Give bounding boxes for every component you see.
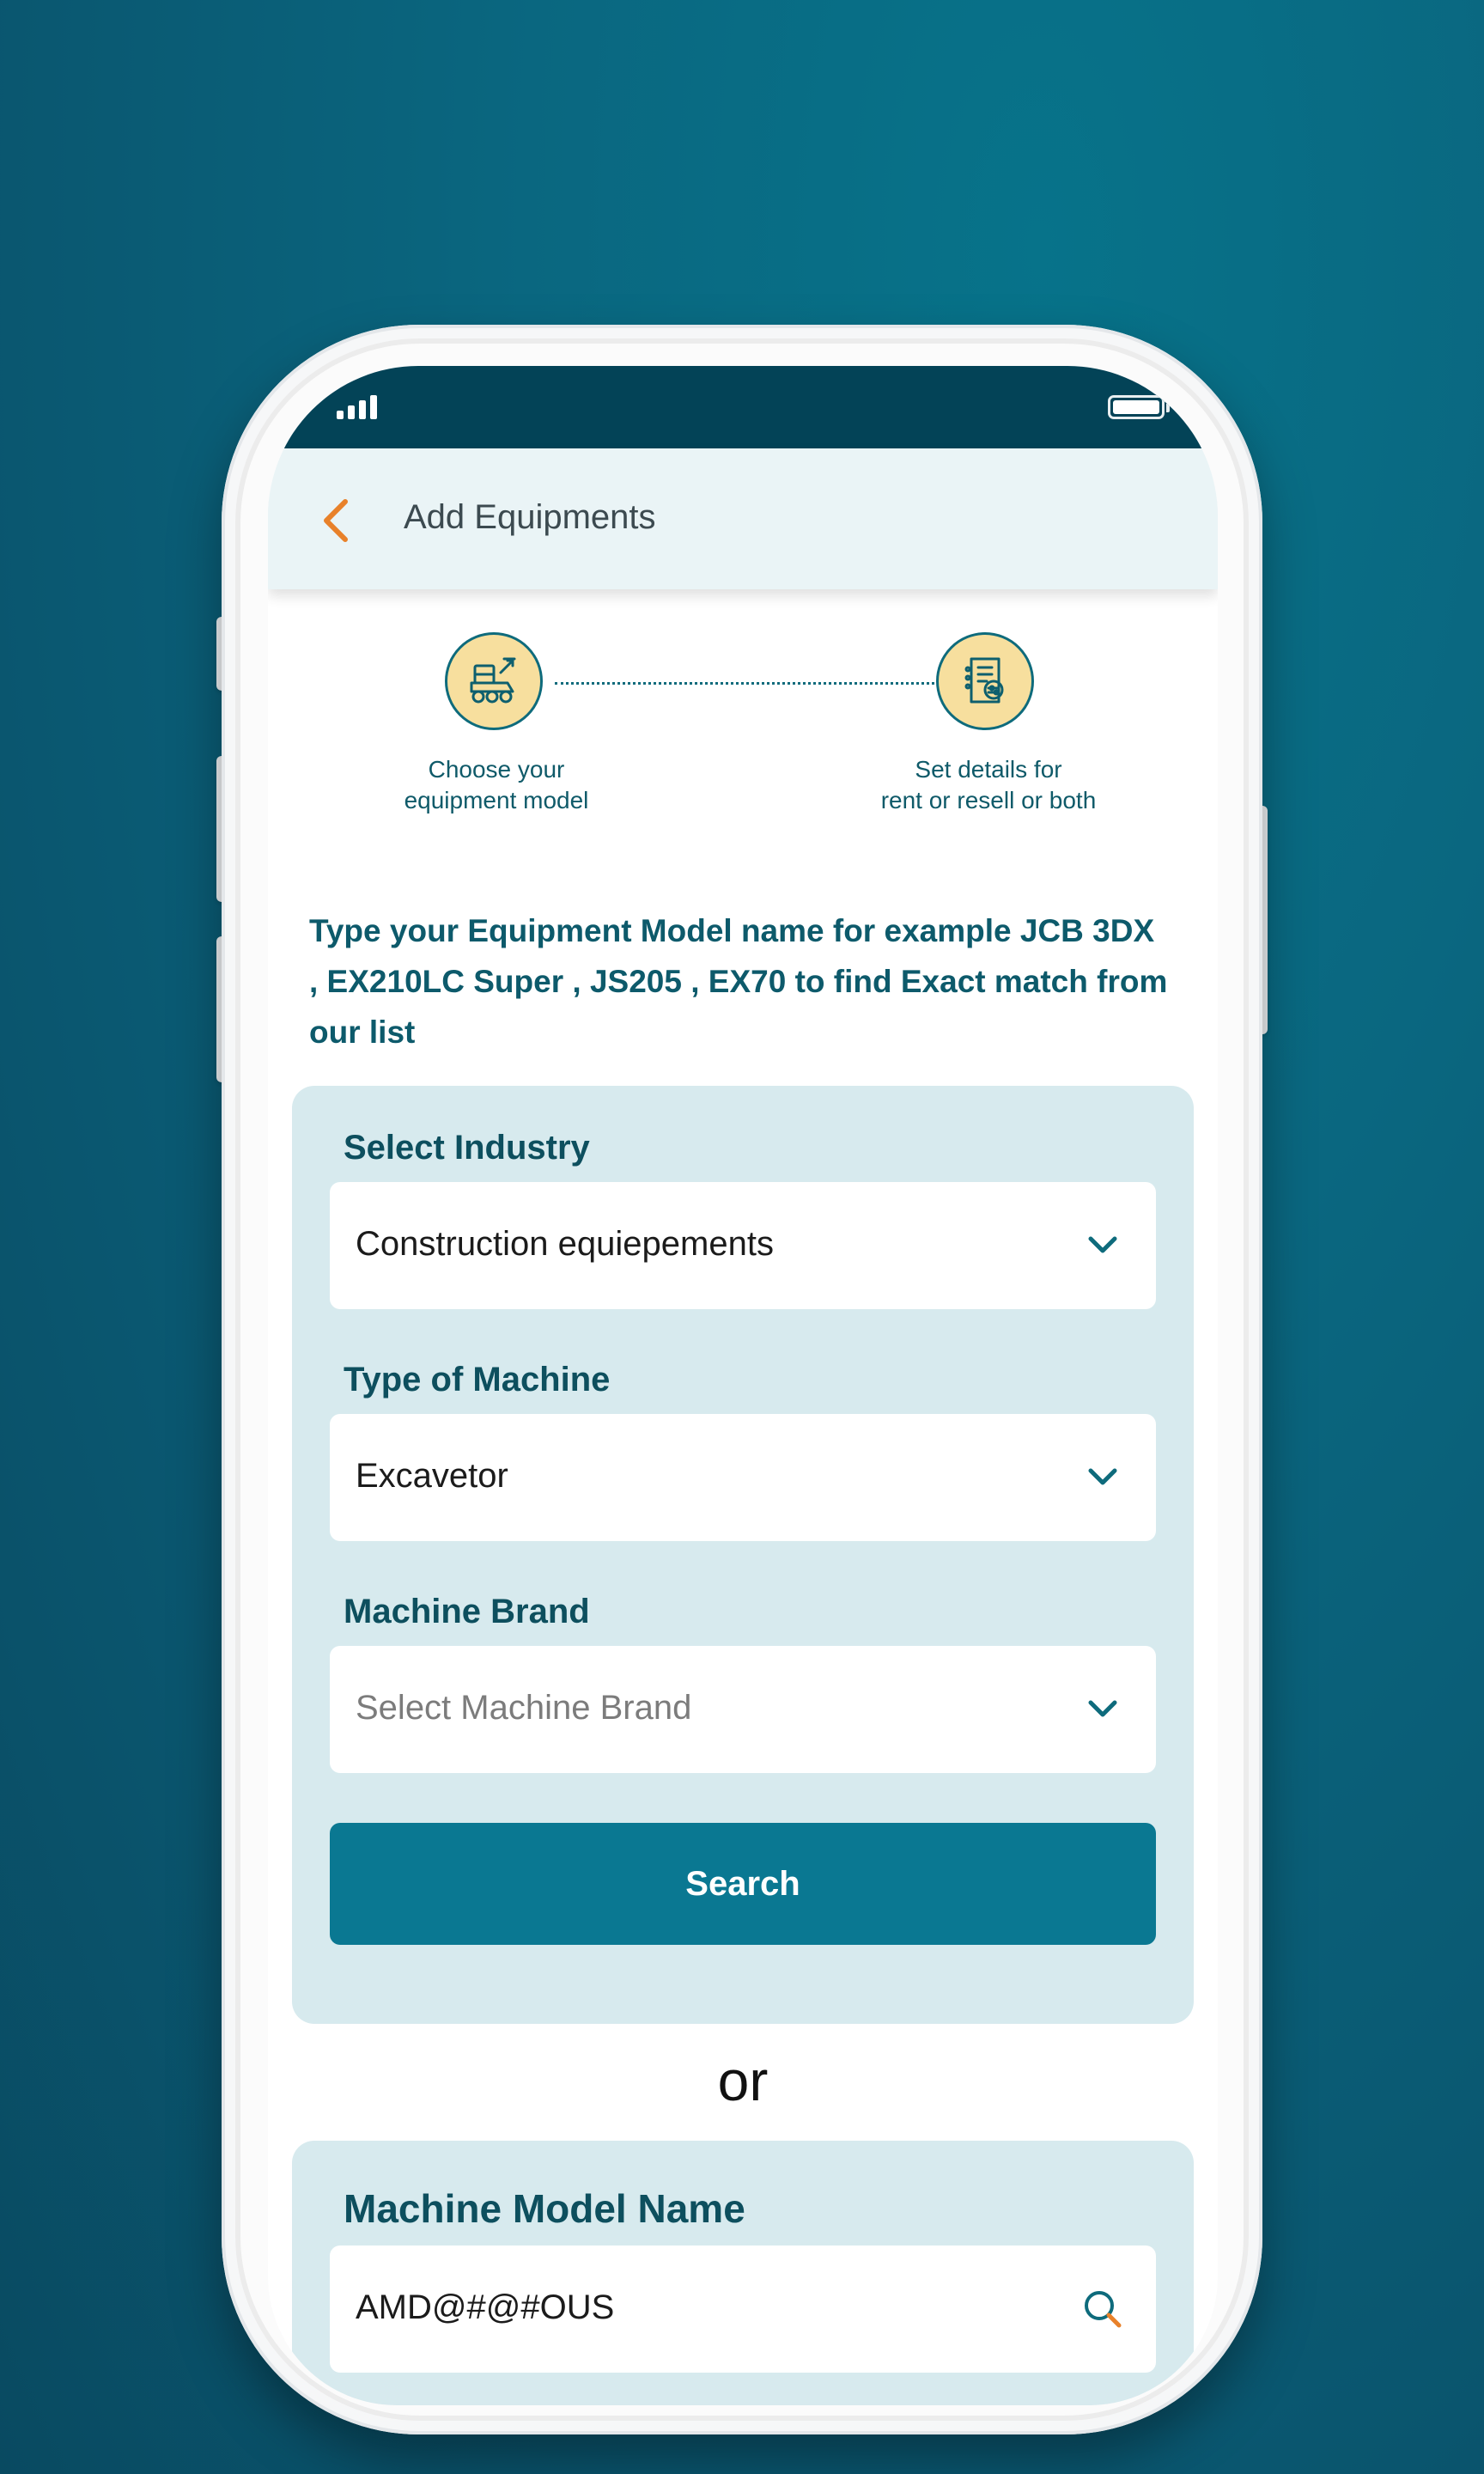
step-1-label: Choose your equipment model bbox=[404, 756, 589, 813]
brand-placeholder: Select Machine Brand bbox=[356, 1689, 692, 1727]
or-divider: or bbox=[717, 2049, 769, 2112]
brand-label: Machine Brand bbox=[344, 1593, 590, 1630]
machine-type-value: Excavetor bbox=[356, 1457, 508, 1495]
machine-type-select[interactable]: Excavetor bbox=[330, 1414, 1156, 1541]
brand-select[interactable]: Select Machine Brand bbox=[330, 1646, 1156, 1773]
industry-value: Construction equiepements bbox=[356, 1225, 774, 1263]
battery-icon bbox=[1108, 395, 1170, 419]
search-icon[interactable] bbox=[1082, 2288, 1125, 2331]
document-settings-icon bbox=[964, 657, 1004, 704]
phone-screen: Add Equipments Choose your equipment mod… bbox=[268, 366, 1218, 2405]
intro-text: Type your Equipment Model name for examp… bbox=[309, 913, 1168, 1050]
page-title: Add Equipments bbox=[404, 498, 656, 536]
step-2-badge bbox=[936, 632, 1034, 730]
industry-label: Select Industry bbox=[344, 1129, 590, 1167]
back-button[interactable] bbox=[316, 495, 357, 546]
chevron-left-icon bbox=[324, 499, 348, 542]
machine-type-label: Type of Machine bbox=[344, 1361, 611, 1398]
chevron-down-icon bbox=[1088, 1236, 1117, 1253]
app-bar: Add Equipments bbox=[268, 448, 1218, 589]
chevron-down-icon bbox=[1088, 1700, 1117, 1717]
step-1-badge bbox=[445, 632, 543, 730]
model-search-input[interactable]: AMD@#@#OUS bbox=[330, 2245, 1156, 2373]
model-search-card: Machine Model Name AMD@#@#OUS bbox=[292, 2141, 1194, 2405]
model-search-value: AMD@#@#OUS bbox=[356, 2288, 615, 2326]
search-button[interactable]: Search bbox=[330, 1823, 1156, 1945]
model-name-label: Machine Model Name bbox=[344, 2186, 745, 2231]
step-connector bbox=[555, 682, 934, 685]
loader-machine-icon bbox=[470, 657, 516, 704]
industry-select[interactable]: Construction equiepements bbox=[330, 1182, 1156, 1309]
status-bar bbox=[268, 366, 1218, 448]
filter-card: Select Industry Construction equiepement… bbox=[292, 1086, 1194, 2024]
chevron-down-icon bbox=[1088, 1468, 1117, 1485]
step-2-label: Set details for rent or resell or both bbox=[880, 756, 1097, 813]
signal-icon bbox=[337, 395, 377, 419]
